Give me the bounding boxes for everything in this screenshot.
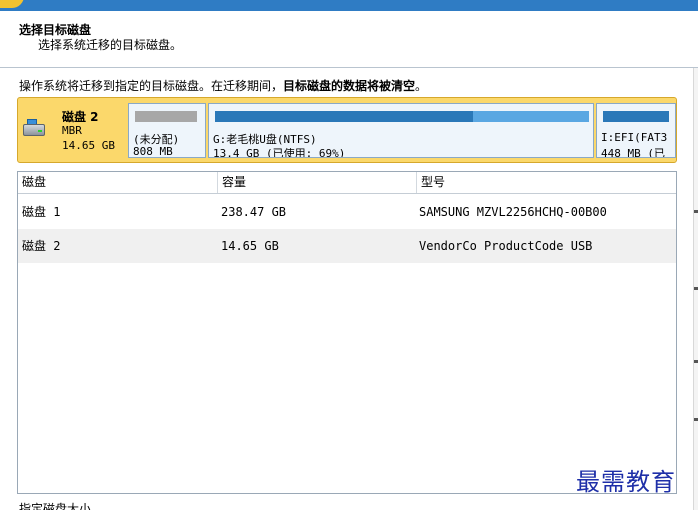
partition-label: I:EFI(FAT3 [601, 131, 668, 144]
partition-size: 13.4 GB (已使用: 69%) [213, 147, 346, 158]
column-header-model[interactable]: 型号 [417, 172, 676, 193]
target-disk-map[interactable]: 磁盘 2 MBR 14.65 GB (未分配) 808 MB G:老毛桃U盘(N… [17, 97, 677, 163]
edge-mark [694, 418, 698, 421]
partition-used-fill [215, 111, 474, 122]
partition-size: 448 MB (已 [601, 147, 665, 158]
disk-size: 14.65 GB [62, 139, 115, 152]
app-logo-icon [0, 0, 24, 8]
partition-g-drive[interactable]: G:老毛桃U盘(NTFS) 13.4 GB (已使用: 69%) [208, 103, 594, 158]
edge-mark [694, 360, 698, 363]
header-divider [0, 67, 698, 68]
partition-size: 808 MB [133, 145, 173, 158]
notice-text: 操作系统将迁移到指定的目标磁盘。在迁移期间， [19, 79, 284, 93]
warning-notice: 操作系统将迁移到指定的目标磁盘。在迁移期间，目标磁盘的数据将被清空。 [19, 77, 427, 94]
cell-disk: 磁盘 2 [22, 239, 61, 253]
column-header-capacity[interactable]: 容量 [218, 172, 417, 193]
notice-end: 。 [415, 79, 428, 93]
table-header: 磁盘 容量 型号 [18, 172, 676, 194]
usb-disk-icon [23, 119, 45, 137]
page-subtitle: 选择系统迁移的目标磁盘。 [38, 38, 183, 52]
wizard-header: 选择目标磁盘 选择系统迁移的目标磁盘。 [0, 11, 698, 67]
watermark: 最需教育 [576, 468, 676, 496]
partition-usage-bar [135, 111, 197, 122]
footer-hint: 指定磁盘大小。 [19, 502, 104, 510]
window-edge [693, 68, 698, 510]
partition-unallocated[interactable]: (未分配) 808 MB [128, 103, 206, 158]
column-header-disk[interactable]: 磁盘 [18, 172, 218, 193]
disk-info: 磁盘 2 MBR 14.65 GB [18, 98, 128, 162]
table-row-selected[interactable]: 磁盘 2 14.65 GB VendorCo ProductCode USB [18, 229, 676, 263]
disk-name: 磁盘 2 [62, 110, 99, 124]
cell-capacity: 14.65 GB [221, 239, 279, 253]
disk-partition-style: MBR [62, 124, 82, 137]
notice-warning: 目标磁盘的数据将被清空 [283, 79, 416, 93]
cell-model: SAMSUNG MZVL2256HCHQ-00B00 [419, 205, 607, 219]
disk-list-table: 磁盘 容量 型号 磁盘 1 238.47 GB SAMSUNG MZVL2256… [17, 171, 677, 494]
edge-mark [694, 287, 698, 290]
cell-capacity: 238.47 GB [221, 205, 287, 219]
partition-usage-bar [603, 111, 669, 122]
migrate-os-dialog: 选择目标磁盘 选择系统迁移的目标磁盘。 操作系统将迁移到指定的目标磁盘。在迁移期… [0, 0, 698, 510]
partition-usage-bar [215, 111, 589, 122]
table-row[interactable]: 磁盘 1 238.47 GB SAMSUNG MZVL2256HCHQ-00B0… [18, 195, 676, 229]
cell-disk: 磁盘 1 [22, 205, 61, 219]
window-title-bar [0, 0, 698, 11]
partition-i-efi[interactable]: I:EFI(FAT3 448 MB (已 [596, 103, 676, 158]
cell-model: VendorCo ProductCode USB [419, 239, 593, 253]
edge-mark [694, 210, 698, 213]
